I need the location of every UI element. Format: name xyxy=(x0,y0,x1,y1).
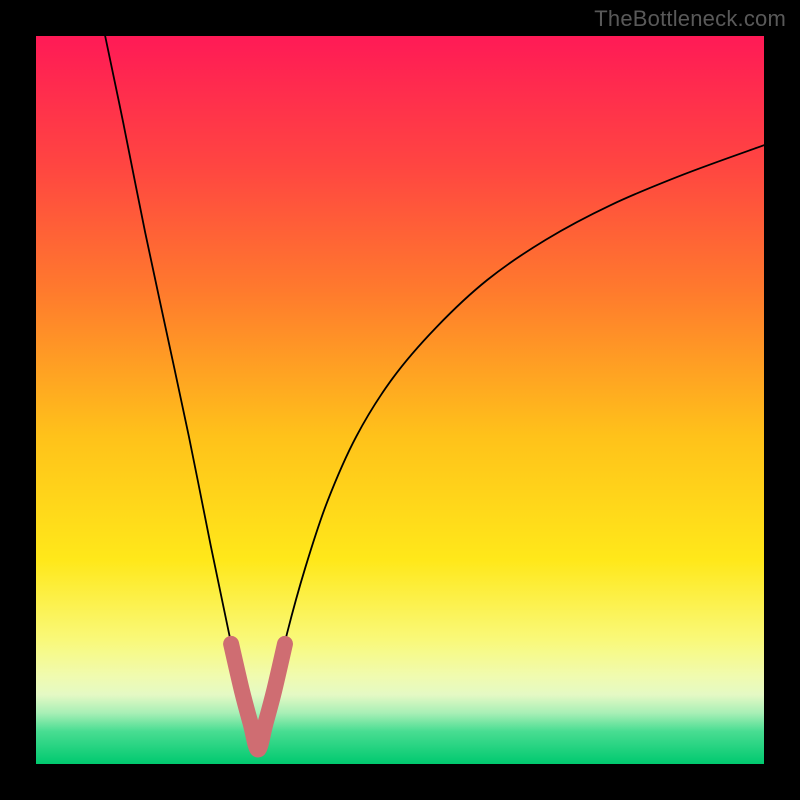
curve-layer xyxy=(36,36,764,764)
bottleneck-curve xyxy=(105,36,764,749)
trough-highlight xyxy=(231,644,285,750)
watermark-text: TheBottleneck.com xyxy=(594,6,786,32)
chart-stage: TheBottleneck.com xyxy=(0,0,800,800)
plot-area xyxy=(36,36,764,764)
